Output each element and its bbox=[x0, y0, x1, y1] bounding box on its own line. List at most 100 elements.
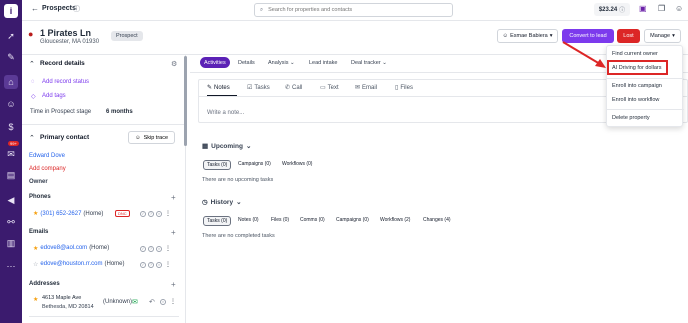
contact-role: Owner bbox=[29, 179, 48, 185]
top-bar: ← Prospects ⓘ ⌕ $23.24 ⓘ ▣ ❐ ☺ bbox=[22, 0, 688, 21]
help-circle-icon[interactable]: ? bbox=[148, 262, 154, 268]
menu-item-delete-property[interactable]: Delete property bbox=[612, 115, 650, 121]
undo-icon[interactable]: ↶ bbox=[149, 298, 155, 306]
search-icon: ⌕ bbox=[260, 6, 264, 13]
more-icon[interactable]: ⋯ bbox=[4, 259, 18, 273]
note-tab-files[interactable]: ▯ Files bbox=[395, 84, 413, 92]
back-arrow-icon[interactable]: ← bbox=[31, 4, 39, 13]
history-chip-files[interactable]: Files (0) bbox=[268, 216, 292, 224]
tab-analysis[interactable]: Analysis ⌄ bbox=[264, 57, 299, 68]
megaphone-icon[interactable]: ◀ bbox=[4, 193, 18, 207]
history-chip-notes[interactable]: Notes (0) bbox=[235, 216, 262, 224]
left-panel-scrollbar[interactable] bbox=[184, 56, 187, 146]
manage-dropdown[interactable]: Manage ▾ bbox=[644, 29, 681, 43]
mail-icon[interactable]: ✉ bbox=[132, 298, 138, 306]
messages-icon[interactable]: ❐ bbox=[658, 4, 665, 13]
settings-icon[interactable]: ⚙ bbox=[171, 60, 177, 68]
chevron-down-icon: ⌄ bbox=[382, 59, 387, 66]
dollar-icon[interactable]: $ bbox=[4, 120, 18, 134]
history-chip-campaigns[interactable]: Campaigns (0) bbox=[333, 216, 372, 224]
task-icon: ☑ bbox=[247, 85, 253, 91]
history-chip-tasks[interactable]: Tasks (0) bbox=[203, 216, 232, 226]
tab-lead-intake[interactable]: Lead intake bbox=[305, 57, 341, 68]
note-input[interactable]: Write a note... bbox=[207, 110, 244, 116]
calendar-icon: ▦ bbox=[202, 143, 209, 150]
info-icon[interactable]: ⓘ bbox=[73, 4, 80, 14]
history-chip-comms[interactable]: Comms (0) bbox=[297, 216, 328, 224]
tab-activities[interactable]: Activities bbox=[200, 57, 230, 68]
help-circle-icon[interactable]: ? bbox=[148, 246, 154, 252]
star-icon[interactable]: ★ bbox=[33, 296, 38, 303]
phone-number[interactable]: (301) 652-2627 bbox=[40, 211, 81, 217]
upcoming-chip-tasks[interactable]: Tasks (0) bbox=[203, 160, 232, 170]
email-address[interactable]: edove@houston.rr.com bbox=[40, 261, 102, 268]
kebab-menu-icon[interactable]: ⋮ bbox=[165, 211, 171, 217]
emails-title: Emails bbox=[29, 229, 49, 235]
inbox-icon[interactable]: ✉ bbox=[4, 147, 18, 161]
note-tab-notes[interactable]: ✎ Notes bbox=[207, 84, 230, 92]
balance-badge[interactable]: $23.24 ⓘ bbox=[594, 3, 630, 16]
kebab-menu-icon[interactable]: ⋮ bbox=[170, 298, 176, 305]
help-circle-icon[interactable]: ? bbox=[148, 211, 154, 217]
chart-icon[interactable]: ▥ bbox=[4, 236, 18, 250]
add-address-icon[interactable]: + bbox=[171, 280, 176, 289]
note-tab-tasks[interactable]: ☑ Tasks bbox=[247, 84, 270, 92]
owner-dropdown[interactable]: ☺ Esmae Babiera ▾ bbox=[497, 29, 558, 43]
tab-deal-tracker-label: Deal tracker bbox=[351, 59, 381, 66]
check-circle-icon[interactable]: ✓ bbox=[140, 262, 146, 268]
x-circle-icon[interactable]: × bbox=[158, 299, 166, 305]
note-tab-email[interactable]: ✉ Email bbox=[355, 84, 377, 92]
address-line1: 4613 Maple Ave bbox=[42, 295, 82, 301]
menu-item-enroll-workflow[interactable]: Enroll into workflow bbox=[612, 97, 659, 103]
tab-details[interactable]: Details bbox=[234, 57, 259, 68]
tab-deal-tracker[interactable]: Deal tracker ⌄ bbox=[347, 57, 391, 68]
email-address[interactable]: edove8@aol.com bbox=[40, 245, 87, 252]
add-tags-link[interactable]: Add tags bbox=[42, 93, 66, 99]
check-circle-icon[interactable]: ✓ bbox=[140, 246, 146, 252]
rocket-icon[interactable]: ➚ bbox=[4, 29, 18, 43]
contact-name-link[interactable]: Edward Dove bbox=[29, 153, 65, 159]
chevron-up-icon[interactable]: ⌃ bbox=[29, 60, 35, 68]
x-circle-icon[interactable]: × bbox=[156, 246, 162, 252]
app-logo-icon[interactable]: i bbox=[4, 4, 18, 18]
x-circle-icon[interactable]: × bbox=[156, 211, 162, 217]
people-icon[interactable]: ☺ bbox=[4, 97, 18, 111]
check-circle-icon[interactable]: ✓ bbox=[140, 211, 146, 217]
note-tab-call[interactable]: ✆ Call bbox=[285, 84, 302, 92]
phones-title: Phones bbox=[29, 194, 51, 200]
history-chip-workflows[interactable]: Workflows (2) bbox=[377, 216, 413, 224]
lost-button[interactable]: Lost bbox=[617, 29, 640, 43]
menu-item-enroll-campaign[interactable]: Enroll into campaign bbox=[612, 83, 662, 89]
search-input[interactable] bbox=[268, 7, 439, 13]
star-icon[interactable]: ★ bbox=[33, 210, 38, 217]
note-tab-text[interactable]: ▭ Text bbox=[320, 84, 339, 92]
upcoming-chip-campaigns[interactable]: Campaigns (0) bbox=[235, 160, 274, 168]
chat-bot-icon[interactable]: ▣ bbox=[639, 4, 647, 13]
skip-trace-button[interactable]: ☺ Skip trace bbox=[128, 131, 175, 144]
address-type: (Unknown) bbox=[103, 299, 133, 305]
add-record-status-link[interactable]: Add record status bbox=[42, 79, 89, 85]
hierarchy-icon[interactable]: ⚯ bbox=[4, 215, 18, 229]
upcoming-chip-workflows[interactable]: Workflows (0) bbox=[279, 160, 315, 168]
kebab-menu-icon[interactable]: ⋮ bbox=[165, 246, 171, 252]
upcoming-header[interactable]: ▦ Upcoming ⌄ bbox=[202, 142, 251, 151]
add-phone-icon[interactable]: + bbox=[171, 193, 176, 202]
star-icon[interactable]: ★ bbox=[33, 245, 38, 252]
record-details-title: Record details bbox=[40, 60, 85, 67]
magic-icon[interactable]: ✎ bbox=[4, 50, 18, 64]
time-in-stage-label: Time in Prospect stage bbox=[30, 109, 92, 115]
kebab-menu-icon[interactable]: ⋮ bbox=[165, 262, 171, 268]
notes-icon[interactable]: ▤ bbox=[4, 168, 18, 182]
home-icon[interactable]: ⌂ bbox=[4, 75, 18, 89]
chevron-up-icon[interactable]: ⌃ bbox=[29, 134, 35, 142]
add-company-link[interactable]: Add company bbox=[29, 166, 66, 172]
convert-to-lead-button[interactable]: Convert to lead bbox=[562, 29, 614, 43]
menu-item-find-owner[interactable]: Find current owner bbox=[612, 51, 658, 57]
history-header[interactable]: ◷ History ⌄ bbox=[202, 198, 242, 207]
user-avatar-icon[interactable]: ☺ bbox=[675, 4, 683, 13]
add-email-icon[interactable]: + bbox=[171, 228, 176, 237]
search-box[interactable]: ⌕ bbox=[254, 3, 453, 17]
x-circle-icon[interactable]: × bbox=[156, 262, 162, 268]
star-outline-icon[interactable]: ☆ bbox=[33, 261, 38, 268]
history-chip-changes[interactable]: Changes (4) bbox=[420, 216, 454, 224]
